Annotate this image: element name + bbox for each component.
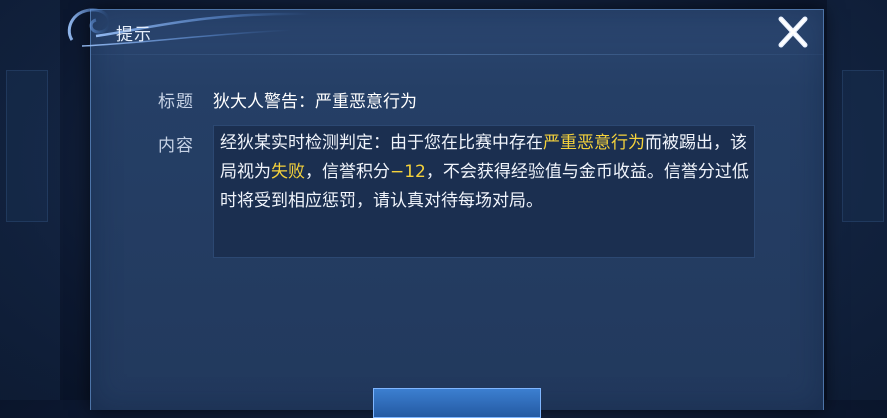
content-label: 内容 — [158, 136, 194, 156]
header-divider — [91, 54, 823, 55]
message-highlight-defeat: 失败 — [271, 162, 305, 182]
background-panel-right — [842, 70, 884, 222]
title-label: 标题 — [158, 92, 194, 112]
cloud-ornament-icon — [67, 8, 313, 47]
message-highlight-points: −12 — [390, 162, 426, 182]
background-panel-left — [6, 70, 48, 222]
message-text: ，信誉积分 — [305, 162, 390, 182]
message-highlight-behavior: 严重恶意行为 — [543, 133, 645, 153]
message-text: 经狄某实时检测判定：由于您在比赛中存在 — [220, 133, 543, 153]
close-button[interactable] — [773, 14, 813, 50]
close-icon — [778, 16, 808, 48]
warning-title: 狄大人警告：严重恶意行为 — [213, 92, 417, 112]
warning-message: 经狄某实时检测判定：由于您在比赛中存在严重恶意行为而被踢出，该局视为失败，信誉积… — [220, 129, 750, 216]
confirm-button[interactable] — [373, 388, 541, 418]
dialog-title: 提示 — [116, 25, 152, 45]
